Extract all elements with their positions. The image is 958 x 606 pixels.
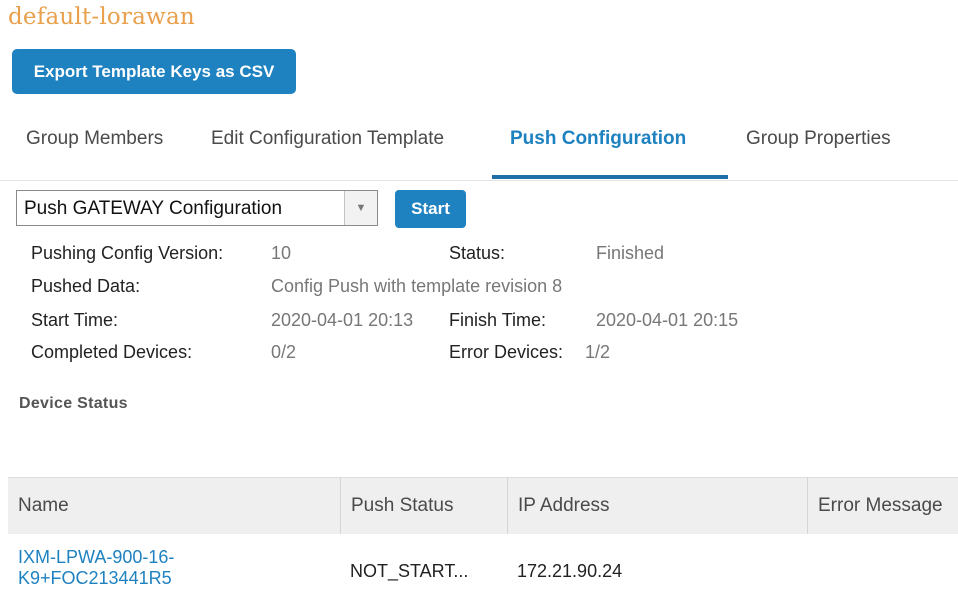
caret-down-icon[interactable]: ▼ xyxy=(344,191,377,225)
page-title: default-lorawan xyxy=(8,4,195,30)
start-time-value: 2020-04-01 20:13 xyxy=(271,310,414,330)
table-row: IXM-LPWA-900-16- K9+FOC213441R5 NOT_STAR… xyxy=(8,534,958,606)
tab-group-properties[interactable]: Group Properties xyxy=(746,128,891,150)
ip-address-cell: 172.21.90.24 xyxy=(517,561,623,581)
tab-group-members[interactable]: Group Members xyxy=(26,128,163,150)
completed-devices-value: 0/2 xyxy=(271,342,297,362)
column-header-ip-address[interactable]: IP Address xyxy=(507,478,807,534)
error-devices-value: 1/2 xyxy=(585,342,611,362)
device-name-line-2: K9+FOC213441R5 xyxy=(18,568,172,588)
status-label: Status: xyxy=(449,243,506,263)
device-status-heading: Device Status xyxy=(19,395,128,412)
device-name-line-1: IXM-LPWA-900-16- xyxy=(18,547,175,567)
active-tab-indicator xyxy=(492,175,728,179)
tab-push-configuration[interactable]: Push Configuration xyxy=(510,128,686,150)
tab-edit-configuration-template[interactable]: Edit Configuration Template xyxy=(211,128,444,150)
completed-devices-label: Completed Devices: xyxy=(31,342,193,362)
push-type-select-value: Push GATEWAY Configuration xyxy=(24,198,283,219)
version-value: 10 xyxy=(271,243,292,263)
device-status-table-header: Name Push Status IP Address Error Messag… xyxy=(8,477,958,534)
start-time-label: Start Time: xyxy=(31,310,119,330)
push-type-select[interactable]: Push GATEWAY Configuration ▼ xyxy=(16,190,378,226)
version-label: Pushing Config Version: xyxy=(31,243,224,263)
pushed-data-label: Pushed Data: xyxy=(31,276,141,296)
tab-bar: Group Members Edit Configuration Templat… xyxy=(0,112,958,181)
export-template-keys-button[interactable]: Export Template Keys as CSV xyxy=(12,49,296,94)
error-devices-label: Error Devices: xyxy=(449,342,564,362)
column-header-error-message[interactable]: Error Message xyxy=(807,478,958,534)
device-name-link[interactable]: IXM-LPWA-900-16- K9+FOC213441R5 xyxy=(18,547,174,589)
column-header-name[interactable]: Name xyxy=(8,478,340,534)
pushed-data-value: Config Push with template revision 8 xyxy=(271,276,563,296)
push-status-cell: NOT_START... xyxy=(350,561,469,581)
status-value: Finished xyxy=(596,243,665,263)
finish-time-label: Finish Time: xyxy=(449,310,547,330)
finish-time-value: 2020-04-01 20:15 xyxy=(596,310,739,330)
column-header-push-status[interactable]: Push Status xyxy=(340,478,507,534)
start-button[interactable]: Start xyxy=(395,190,466,228)
